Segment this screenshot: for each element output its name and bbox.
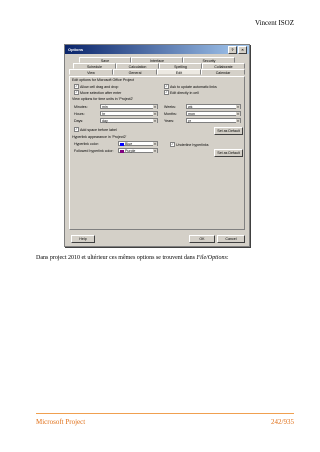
weeks-select[interactable]: wk [186, 104, 241, 109]
hyperlink-color-select[interactable]: Blue [118, 141, 158, 146]
checkmark-icon: ✓ [170, 142, 175, 147]
days-label: Days: [74, 119, 84, 123]
underline-hyperlinks-checkbox[interactable]: ✓ Underline hyperlinks [170, 142, 209, 147]
tab-view[interactable]: View [69, 69, 113, 75]
edit-panel: Edit options for Microsoft Office Projec… [69, 76, 245, 230]
set-default-hyperlink-button[interactable]: Set as Default [214, 149, 243, 157]
color-swatch-purple [120, 149, 124, 153]
footer-divider [36, 413, 294, 414]
years-select[interactable]: yr [186, 118, 241, 123]
hours-select[interactable]: hr [100, 111, 158, 116]
tab-calendar[interactable]: Calendar [201, 69, 245, 75]
units-section-title: View options for time units in 'Project2… [72, 97, 134, 101]
hyperlink-section-title: Hyperlink appearance in 'Project2' [72, 135, 127, 139]
checkmark-icon: ✓ [164, 84, 169, 89]
days-select[interactable]: day [100, 118, 158, 123]
page-number: 242/935 [271, 418, 294, 426]
color-swatch-blue [120, 142, 124, 146]
edit-section-title: Edit options for Microsoft Office Projec… [72, 78, 135, 82]
page-header-author: Vincent ISOZ [254, 19, 294, 27]
followed-color-label: Followed hyperlink color: [74, 149, 114, 153]
move-selection-checkbox[interactable]: ✓ Move selection after enter [74, 90, 121, 95]
dialog-titlebar: Options ? × [65, 45, 249, 54]
months-select[interactable]: mon [186, 111, 241, 116]
checkmark-icon: ✓ [74, 127, 79, 132]
options-dialog: Options ? × Save Interface Security Sche… [64, 44, 250, 247]
cancel-button[interactable]: Cancel [217, 235, 245, 243]
checkmark-icon: ✓ [74, 90, 79, 95]
body-paragraph: Dans project 2010 et ultérieur ces mêmes… [36, 255, 229, 261]
ok-button[interactable]: OK [189, 235, 215, 243]
ask-update-links-checkbox[interactable]: ✓ Ask to update automatic links [164, 84, 217, 89]
close-icon[interactable]: × [238, 46, 247, 54]
minutes-label: Minutes: [74, 105, 88, 109]
weeks-label: Weeks: [164, 105, 176, 109]
followed-color-select[interactable]: Purple [118, 148, 158, 153]
years-label: Years: [164, 119, 175, 123]
hyperlink-color-label: Hyperlink color: [74, 142, 99, 146]
add-space-checkbox[interactable]: ✓ Add space before label [74, 127, 117, 132]
minutes-select[interactable]: min [100, 104, 158, 109]
checkmark-icon: ✓ [164, 90, 169, 95]
dialog-title: Options [68, 47, 84, 52]
footer-title: Microsoft Project [36, 418, 86, 426]
checkmark-icon: ✓ [74, 84, 79, 89]
tab-strip: Save Interface Security Schedule Calcula… [69, 57, 245, 75]
help-button[interactable]: Help [71, 235, 95, 243]
hours-label: Hours: [74, 112, 85, 116]
months-label: Months: [164, 112, 177, 116]
help-icon[interactable]: ? [228, 46, 237, 54]
tab-edit[interactable]: Edit [157, 69, 201, 75]
set-default-units-button[interactable]: Set as Default [214, 127, 243, 135]
edit-directly-checkbox[interactable]: ✓ Edit directly in cell [164, 90, 199, 95]
menu-path: File/Options [196, 255, 227, 261]
allow-drag-checkbox[interactable]: ✓ Allow cell drag and drop [74, 84, 118, 89]
tab-general[interactable]: General [113, 69, 157, 75]
